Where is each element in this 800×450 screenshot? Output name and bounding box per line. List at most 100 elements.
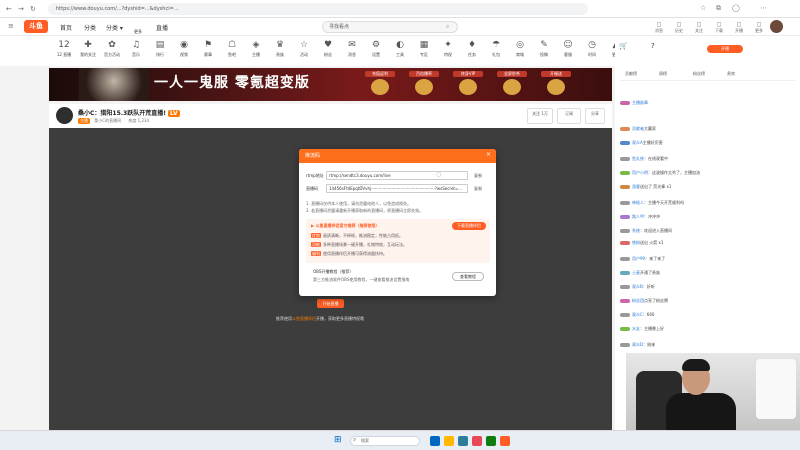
profile-icon[interactable]: ◯ bbox=[732, 4, 740, 12]
nav-category[interactable]: 分类 bbox=[84, 23, 96, 32]
category-item[interactable]: ◉ 视频 bbox=[172, 40, 196, 58]
category-item[interactable]: ✉ 消息 bbox=[340, 40, 364, 58]
chat-username[interactable]: 鱼丸侠 bbox=[632, 156, 644, 161]
download-companion-button[interactable]: 下载直播伴侣 bbox=[452, 222, 486, 230]
category-item[interactable]: ▦ 专区 bbox=[412, 40, 436, 58]
star-icon[interactable]: ☆ bbox=[700, 4, 706, 12]
obs-desc: 第三方推流软件OBS使用教程，一键查看推流设置指南 bbox=[313, 277, 410, 282]
category-item[interactable]: ♦ 任务 bbox=[460, 40, 484, 58]
chat-username[interactable]: 神秘人 bbox=[632, 200, 644, 205]
menu-icon[interactable]: ≡ bbox=[8, 22, 14, 30]
category-item[interactable]: ◈ 主播 bbox=[244, 40, 268, 58]
category-item[interactable]: ✦ 特权 bbox=[436, 40, 460, 58]
nav-category-dropdown[interactable]: 分类 ▾ bbox=[106, 23, 123, 32]
streamer-avatar[interactable] bbox=[56, 107, 73, 124]
chat-username[interactable]: 土豪 bbox=[632, 270, 640, 275]
obs-tutorial-button[interactable]: 查看教程 bbox=[452, 272, 484, 281]
promo-banner[interactable]: 一人一鬼服 零氪超变版 充值返利 百倍爆率 终身VIP 全屏秒杀 开服送 bbox=[49, 68, 612, 101]
menu-icon[interactable]: ⋯ bbox=[760, 4, 767, 12]
stream-code-field[interactable]: 14456sFtdEpqtDVvhj······················… bbox=[326, 184, 468, 193]
search-icon[interactable]: ⌕ bbox=[446, 23, 449, 31]
category-item[interactable]: ☺ 客服 bbox=[556, 40, 580, 58]
category-icon: ☆ bbox=[299, 40, 309, 50]
companion-link[interactable]: 斗鱼直播伴侣 bbox=[292, 316, 316, 321]
category-item[interactable]: ✎ 投稿 bbox=[532, 40, 556, 58]
category-item[interactable]: ✚ 我的关注 bbox=[76, 40, 100, 58]
more-icon[interactable]: ◻ 更多 bbox=[746, 21, 772, 34]
windows-start-icon[interactable]: ⊞ bbox=[334, 435, 342, 445]
category-item[interactable]: ▤ 排行 bbox=[148, 40, 172, 58]
tab-fans[interactable]: 粉丝榜 bbox=[693, 71, 705, 77]
reload-icon[interactable]: ↻ bbox=[30, 5, 36, 13]
category-item[interactable]: ◷ 时间 bbox=[580, 40, 604, 58]
broadcast-button[interactable]: 开播 bbox=[707, 45, 743, 53]
promo-line: 功能 多种直播场景一键开播，礼物特效，互动玩法。 bbox=[311, 242, 407, 247]
category-item[interactable]: ◐ 工具 bbox=[388, 40, 412, 58]
copy-address-button[interactable]: 复制 bbox=[474, 173, 482, 179]
level-badge bbox=[620, 201, 630, 205]
share-button[interactable]: 分享 bbox=[585, 108, 605, 124]
category-item[interactable]: ◎ 商城 bbox=[508, 40, 532, 58]
chat-username[interactable]: 路人甲 bbox=[632, 214, 644, 219]
follow-button[interactable]: 关注 1万 bbox=[527, 108, 553, 124]
site-logo[interactable]: 斗鱼 bbox=[24, 20, 48, 33]
category-item[interactable]: ♫ 音乐 bbox=[124, 40, 148, 58]
close-icon[interactable]: × bbox=[486, 151, 491, 158]
taskbar-app-icon[interactable] bbox=[486, 436, 496, 446]
extensions-icon[interactable]: ⧉ bbox=[716, 4, 721, 13]
search-input[interactable]: 寻找看点 bbox=[322, 21, 458, 33]
chat-username[interactable]: 观众D bbox=[632, 342, 643, 347]
prize-label: 百倍爆率 bbox=[409, 71, 439, 77]
taskbar-app-icon[interactable] bbox=[430, 436, 440, 446]
copy-code-button[interactable]: 复制 bbox=[474, 186, 482, 192]
chat-username[interactable]: 用户99 bbox=[632, 256, 645, 261]
back-icon[interactable]: ← bbox=[6, 5, 12, 13]
level-badge bbox=[620, 271, 630, 275]
chat-username[interactable]: 贡献者 bbox=[632, 126, 644, 131]
category-item[interactable]: ☖ 鱼吧 bbox=[220, 40, 244, 58]
room-owner[interactable]: 桑小C的直播间 bbox=[94, 118, 121, 123]
taskbar-app-icon[interactable] bbox=[472, 436, 482, 446]
rtmp-label: rtmp地址 bbox=[306, 173, 324, 178]
taskbar-app-icon[interactable] bbox=[458, 436, 468, 446]
url-bar[interactable]: https://www.douyu.com/...?dyshid=...&dys… bbox=[48, 3, 588, 15]
category-item[interactable]: ✿ 官方活动 bbox=[100, 40, 124, 58]
chat-username[interactable]: 水友 bbox=[632, 326, 640, 331]
category-icon: ♥ bbox=[323, 40, 333, 50]
nav-more[interactable]: 更多 bbox=[134, 29, 142, 35]
chat-username[interactable]: 铁粉 bbox=[632, 240, 640, 245]
start-live-button[interactable]: 开始直播 bbox=[317, 299, 344, 308]
taskbar-search[interactable]: 搜索 bbox=[350, 436, 420, 446]
tab-vip[interactable]: 贵宾 bbox=[727, 71, 735, 77]
chat-username[interactable]: 观众B bbox=[632, 284, 643, 289]
taskbar-app-icon[interactable] bbox=[444, 436, 454, 446]
subscribe-button[interactable]: 订阅 bbox=[557, 108, 581, 124]
chat-username[interactable]: 系统 bbox=[632, 228, 640, 233]
category-item[interactable]: ♥ 粉丝 bbox=[316, 40, 340, 58]
forward-icon[interactable]: → bbox=[18, 5, 24, 13]
room-title: 桑小C：猎阳15.3跃队开荒直播! LV bbox=[78, 110, 180, 117]
promo-line: 福利 使用直播伴侣开播可获得流量扶持。 bbox=[311, 251, 387, 256]
tab-weekly[interactable]: 周榜 bbox=[659, 71, 667, 77]
cart-icon[interactable]: 🛒 bbox=[619, 42, 628, 50]
chat-username[interactable]: 用户小明 bbox=[632, 170, 648, 175]
category-item[interactable]: 12 12 直播 bbox=[52, 40, 76, 58]
category-item[interactable]: ☂ 礼包 bbox=[484, 40, 508, 58]
help-icon[interactable]: ? bbox=[651, 42, 655, 50]
chat-username[interactable]: 粉丝团 bbox=[632, 298, 644, 303]
category-item[interactable]: ♛ 贵族 bbox=[268, 40, 292, 58]
rtmp-address-field[interactable]: rtmp://sendtc3.douyu.com/live bbox=[326, 171, 468, 180]
chat-username[interactable]: 观众C bbox=[632, 312, 643, 317]
chat-username[interactable]: 观众A bbox=[632, 140, 643, 145]
chat-username[interactable]: 主播勋章 bbox=[632, 100, 648, 105]
category-item[interactable]: ⚙ 设置 bbox=[364, 40, 388, 58]
chat-username[interactable]: 游客 bbox=[632, 184, 640, 189]
tab-contribution[interactable]: 贡献榜 bbox=[625, 71, 637, 77]
nav-home[interactable]: 首页 bbox=[60, 23, 72, 32]
category-item[interactable]: ☆ 活动 bbox=[292, 40, 316, 58]
prize-image bbox=[415, 79, 433, 95]
taskbar-app-icon[interactable] bbox=[500, 436, 510, 446]
chat-message: 路人甲：冲冲冲 bbox=[620, 214, 795, 220]
category-item[interactable]: ⚑ 赛事 bbox=[196, 40, 220, 58]
nav-live[interactable]: 直播 bbox=[156, 23, 168, 32]
